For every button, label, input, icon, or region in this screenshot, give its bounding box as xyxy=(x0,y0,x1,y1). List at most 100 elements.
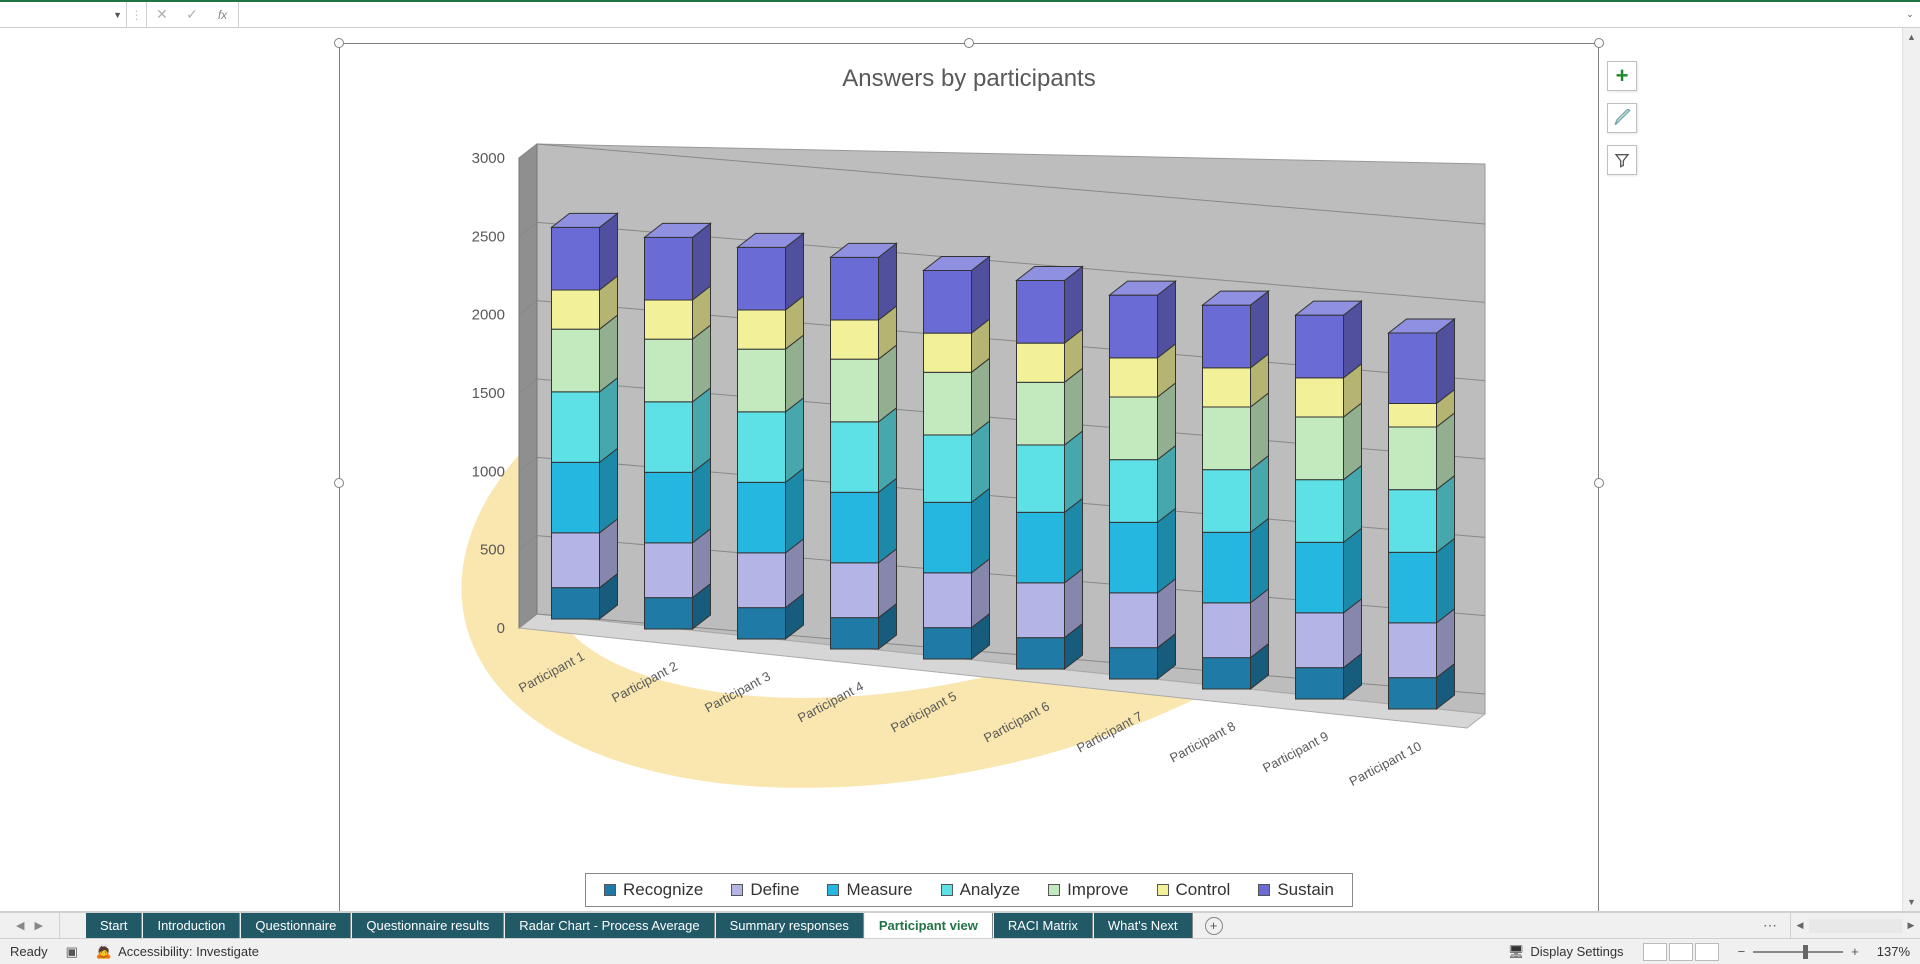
tab-nav-next-icon[interactable]: ▶ xyxy=(35,919,43,932)
chart-object[interactable]: Answers by participants 0 500 1000 1500 2000… xyxy=(339,43,1599,912)
page-break-view-button[interactable] xyxy=(1695,943,1719,961)
normal-view-button[interactable] xyxy=(1643,943,1667,961)
resize-handle-tm[interactable] xyxy=(964,38,974,48)
chart-legend[interactable]: Recognize Define Measure Analyze Improve Cont… xyxy=(585,873,1353,907)
sheet-tab[interactable]: RACI Matrix xyxy=(994,913,1093,938)
svg-text:2500: 2500 xyxy=(472,228,505,245)
svg-text:Participant 10: Participant 10 xyxy=(1347,738,1424,789)
legend-label: Control xyxy=(1176,880,1231,900)
chart-side-buttons: + xyxy=(1607,61,1637,175)
tab-nav-prev-icon[interactable]: ◀ xyxy=(16,919,24,932)
vertical-scrollbar[interactable]: ▲ ▼ xyxy=(1902,28,1920,911)
hscroll-left-icon[interactable]: ◀ xyxy=(1791,920,1809,931)
svg-text:500: 500 xyxy=(480,542,505,559)
view-buttons xyxy=(1642,943,1720,961)
svg-text:1500: 1500 xyxy=(472,385,505,402)
legend-swatch xyxy=(827,884,839,896)
legend-item[interactable]: Control xyxy=(1157,880,1231,900)
chevron-down-icon[interactable]: ▼ xyxy=(113,10,122,20)
legend-label: Sustain xyxy=(1277,880,1334,900)
sheet-tabs-bar: ◀ ▶ StartIntroductionQuestionnaireQuesti… xyxy=(0,912,1920,938)
formula-bar-divider: ⋮ xyxy=(127,2,147,27)
tab-overflow-icon[interactable]: ⋯ xyxy=(1750,913,1790,938)
svg-text:1000: 1000 xyxy=(472,463,505,480)
legend-item[interactable]: Define xyxy=(731,880,799,900)
accessibility-label: Accessibility: Investigate xyxy=(118,944,259,959)
chart-svg: 050010001500200025003000Participant 1Par… xyxy=(399,138,1539,853)
resize-handle-tr[interactable] xyxy=(1594,38,1604,48)
sheet-area[interactable]: Answers by participants 0 500 1000 1500 2000… xyxy=(0,28,1920,912)
fx-icon[interactable]: fx xyxy=(207,2,239,27)
legend-item[interactable]: Improve xyxy=(1048,880,1128,900)
check-icon[interactable]: ✓ xyxy=(177,2,207,27)
plus-circle-icon: + xyxy=(1205,917,1223,935)
legend-swatch xyxy=(1258,884,1270,896)
scroll-up-icon[interactable]: ▲ xyxy=(1903,28,1920,46)
legend-label: Define xyxy=(750,880,799,900)
zoom-percentage[interactable]: 137% xyxy=(1877,944,1910,959)
legend-label: Measure xyxy=(846,880,912,900)
zoom-out-icon[interactable]: − xyxy=(1738,944,1746,959)
resize-handle-ml[interactable] xyxy=(334,478,344,488)
chart-title[interactable]: Answers by participants xyxy=(339,65,1599,93)
hscroll-right-icon[interactable]: ▶ xyxy=(1902,920,1920,931)
tab-nav-arrows[interactable]: ◀ ▶ xyxy=(0,913,60,938)
hscroll-track[interactable] xyxy=(1809,919,1902,933)
accessibility-status[interactable]: 🙇 Accessibility: Investigate xyxy=(96,944,259,960)
status-ready: Ready xyxy=(10,944,48,959)
cancel-icon[interactable]: ✕ xyxy=(147,2,177,27)
chart-filters-button[interactable] xyxy=(1607,145,1637,175)
sheet-tab[interactable]: Summary responses xyxy=(716,913,864,938)
accessibility-icon: 🙇 xyxy=(96,944,112,960)
legend-item[interactable]: Recognize xyxy=(604,880,703,900)
sheet-tab[interactable]: What's Next xyxy=(1094,913,1193,938)
formula-expand-icon[interactable]: ⌄ xyxy=(1900,9,1920,20)
legend-swatch xyxy=(604,884,616,896)
sheet-tab[interactable]: Participant view xyxy=(865,913,993,938)
legend-label: Recognize xyxy=(623,880,703,900)
zoom-in-icon[interactable]: + xyxy=(1851,944,1859,959)
worksheet-area: Answers by participants 0 500 1000 1500 2000… xyxy=(0,28,1920,938)
chart-plot-area[interactable]: 050010001500200025003000Participant 1Par… xyxy=(399,138,1539,853)
formula-input[interactable] xyxy=(239,2,1900,27)
filter-icon xyxy=(1614,152,1630,168)
legend-swatch xyxy=(1048,884,1060,896)
legend-item[interactable]: Measure xyxy=(827,880,912,900)
legend-swatch xyxy=(731,884,743,896)
add-sheet-button[interactable]: + xyxy=(1194,913,1234,938)
legend-item[interactable]: Analyze xyxy=(941,880,1020,900)
svg-text:Participant 8: Participant 8 xyxy=(1167,718,1238,765)
scroll-down-icon[interactable]: ▼ xyxy=(1903,893,1920,911)
display-settings-label: Display Settings xyxy=(1530,944,1623,959)
sheet-tab[interactable]: Introduction xyxy=(143,913,240,938)
chart-styles-button[interactable] xyxy=(1607,103,1637,133)
svg-text:3000: 3000 xyxy=(472,150,505,167)
plus-icon: + xyxy=(1616,63,1629,89)
sheet-tab[interactable]: Radar Chart - Process Average xyxy=(505,913,714,938)
formula-bar: ▼ ⋮ ✕ ✓ fx ⌄ xyxy=(0,2,1920,28)
status-bar: Ready ▣ 🙇 Accessibility: Investigate 🖥 D… xyxy=(0,938,1920,964)
chart-elements-button[interactable]: + xyxy=(1607,61,1637,91)
sheet-tab[interactable]: Questionnaire xyxy=(241,913,351,938)
horizontal-scrollbar[interactable]: ◀ ▶ xyxy=(1790,913,1920,938)
brush-icon xyxy=(1613,109,1631,127)
sheet-tab[interactable]: Questionnaire results xyxy=(352,913,504,938)
legend-item[interactable]: Sustain xyxy=(1258,880,1334,900)
zoom-thumb[interactable] xyxy=(1803,945,1808,959)
svg-text:Participant 9: Participant 9 xyxy=(1260,728,1331,775)
svg-text:0: 0 xyxy=(497,620,505,637)
monitor-icon: 🖥 xyxy=(1508,944,1525,960)
legend-swatch xyxy=(941,884,953,896)
sheet-tab[interactable]: Start xyxy=(86,913,142,938)
page-layout-view-button[interactable] xyxy=(1669,943,1693,961)
legend-label: Analyze xyxy=(960,880,1020,900)
resize-handle-tl[interactable] xyxy=(334,38,344,48)
legend-label: Improve xyxy=(1067,880,1128,900)
legend-swatch xyxy=(1157,884,1169,896)
resize-handle-mr[interactable] xyxy=(1594,478,1604,488)
zoom-slider[interactable]: − + xyxy=(1738,944,1859,959)
name-box[interactable]: ▼ xyxy=(0,2,127,27)
svg-text:2000: 2000 xyxy=(472,307,505,324)
display-settings-button[interactable]: 🖥 Display Settings xyxy=(1508,944,1624,960)
macro-record-icon[interactable]: ▣ xyxy=(66,944,78,960)
